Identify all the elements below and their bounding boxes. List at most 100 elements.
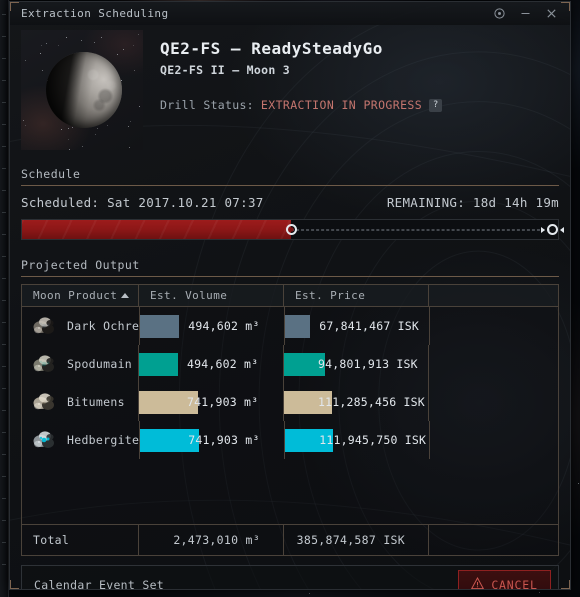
star bbox=[127, 125, 129, 127]
cell-moon-product: Dark Ochre bbox=[22, 307, 141, 345]
star bbox=[45, 43, 47, 45]
cell-moon-product: Bitumens bbox=[22, 383, 139, 421]
close-icon[interactable] bbox=[545, 7, 558, 20]
table-row[interactable]: Bitumens 741,903 m³ 111,285,456 ISK bbox=[22, 383, 558, 421]
total-price: 385,874,587 ISK bbox=[284, 525, 429, 555]
calendar-event-status: Calendar Event Set bbox=[34, 577, 165, 590]
cell-moon-product: Hedbergite bbox=[22, 421, 141, 459]
star bbox=[97, 127, 99, 129]
volume-bar bbox=[139, 352, 178, 376]
strip-notch bbox=[2, 344, 6, 345]
ore-name: Hedbergite bbox=[67, 433, 140, 447]
column-header-est-price[interactable]: Est. Price bbox=[284, 285, 429, 306]
strip-notch bbox=[2, 36, 6, 37]
progress-current-handle[interactable] bbox=[285, 224, 297, 235]
warning-triangle-icon bbox=[471, 576, 485, 590]
star bbox=[24, 125, 26, 127]
moon-render-thumbnail[interactable] bbox=[21, 30, 143, 150]
progress-fill bbox=[22, 220, 291, 239]
table-total-row: Total 2,473,010 m³ 385,874,587 ISK bbox=[22, 524, 558, 555]
column-header-est-volume[interactable]: Est. Volume bbox=[139, 285, 284, 306]
drill-status-label: Drill Status: bbox=[160, 98, 254, 112]
strip-notch bbox=[2, 102, 6, 103]
window-corner-bracket bbox=[561, 580, 570, 589]
strip-notch bbox=[2, 300, 6, 301]
minimize-icon[interactable] bbox=[519, 7, 532, 20]
cell-extra bbox=[429, 383, 558, 421]
strip-notch bbox=[2, 498, 6, 499]
cell-extra bbox=[430, 421, 558, 459]
price-value: 67,841,467 ISK bbox=[319, 319, 419, 333]
ore-icon bbox=[32, 313, 58, 339]
column-header-extra[interactable] bbox=[429, 285, 558, 306]
window-title: Extraction Scheduling bbox=[21, 7, 169, 20]
table-row[interactable]: Spodumain 494,602 m³ 94,801,913 ISK bbox=[22, 345, 558, 383]
drill-status-value: EXTRACTION IN PROGRESS bbox=[260, 98, 423, 112]
window-titlebar[interactable]: Extraction Scheduling bbox=[10, 2, 570, 25]
cell-extra bbox=[429, 345, 558, 383]
strip-notch bbox=[2, 168, 6, 169]
star bbox=[39, 53, 41, 55]
settings-icon[interactable] bbox=[493, 7, 506, 20]
star bbox=[116, 54, 118, 56]
scheduled-datetime: Scheduled: Sat 2017.10.21 07:37 bbox=[21, 195, 264, 210]
cell-extra bbox=[430, 307, 558, 345]
table-header-row: Moon Product Est. Volume Est. Price bbox=[22, 285, 558, 307]
cell-est-volume: 741,903 m³ bbox=[139, 383, 284, 421]
star bbox=[68, 138, 70, 140]
star bbox=[129, 120, 131, 122]
star bbox=[138, 105, 140, 107]
total-volume: 2,473,010 m³ bbox=[139, 525, 284, 555]
window-controls bbox=[493, 7, 558, 20]
extraction-progress-slider[interactable] bbox=[21, 219, 564, 240]
strip-notch bbox=[2, 212, 6, 213]
star bbox=[60, 128, 62, 130]
price-bar bbox=[285, 314, 311, 338]
column-header-label: Moon Product bbox=[33, 289, 118, 302]
price-value: 94,801,913 ISK bbox=[318, 357, 418, 371]
strip-notch bbox=[2, 564, 6, 565]
strip-notch bbox=[2, 432, 6, 433]
star bbox=[93, 41, 95, 43]
cell-moon-product: Spodumain bbox=[22, 345, 139, 383]
cell-est-price: 94,801,913 ISK bbox=[284, 345, 429, 383]
star bbox=[22, 120, 24, 122]
window-corner-bracket bbox=[561, 2, 570, 11]
table-row[interactable]: Dark Ochre 494,602 m³ 67,841,467 ISK bbox=[22, 307, 558, 345]
table-body: Dark Ochre 494,602 m³ 67,841,467 ISK Spo… bbox=[22, 307, 558, 524]
drill-status-row: Drill Status: EXTRACTION IN PROGRESS ? bbox=[160, 98, 570, 112]
ore-name: Dark Ochre bbox=[67, 319, 140, 333]
total-extra bbox=[429, 525, 558, 555]
star bbox=[58, 44, 60, 46]
schedule-block: Scheduled: Sat 2017.10.21 07:37 REMAININ… bbox=[21, 195, 564, 240]
help-icon[interactable]: ? bbox=[429, 98, 443, 112]
schedule-section-header: Schedule bbox=[21, 163, 559, 186]
star bbox=[41, 69, 43, 71]
strip-notch bbox=[2, 234, 6, 235]
strip-notch bbox=[2, 410, 6, 411]
progress-end-handle[interactable] bbox=[540, 224, 564, 235]
star bbox=[94, 133, 96, 135]
table-row[interactable]: Hedbergite 741,903 m³ 111,945,750 ISK bbox=[22, 421, 558, 459]
strip-notch bbox=[2, 366, 6, 367]
star bbox=[578, 482, 580, 484]
schedule-section-label: Schedule bbox=[21, 167, 81, 181]
volume-value: 494,602 m³ bbox=[188, 319, 260, 333]
column-header-moon-product[interactable]: Moon Product bbox=[22, 285, 139, 306]
star bbox=[65, 37, 67, 39]
strip-notch bbox=[2, 256, 6, 257]
projected-output-table: Moon Product Est. Volume Est. Price Dark… bbox=[21, 284, 559, 556]
strip-notch bbox=[2, 520, 6, 521]
volume-value: 741,903 m³ bbox=[188, 433, 260, 447]
volume-bar bbox=[140, 314, 180, 338]
neocom-side-strip[interactable] bbox=[0, 0, 9, 597]
strip-notch bbox=[2, 388, 6, 389]
ore-icon bbox=[32, 389, 58, 415]
cancel-button[interactable]: CANCEL bbox=[458, 570, 551, 590]
star bbox=[106, 124, 108, 126]
star bbox=[133, 69, 135, 71]
moon-info: QE2-FS – ReadySteadyGo QE2-FS II – Moon … bbox=[143, 30, 570, 150]
column-header-label: Est. Volume bbox=[150, 289, 228, 302]
moon-location-subtitle: QE2-FS II – Moon 3 bbox=[160, 63, 291, 77]
star bbox=[81, 40, 83, 42]
